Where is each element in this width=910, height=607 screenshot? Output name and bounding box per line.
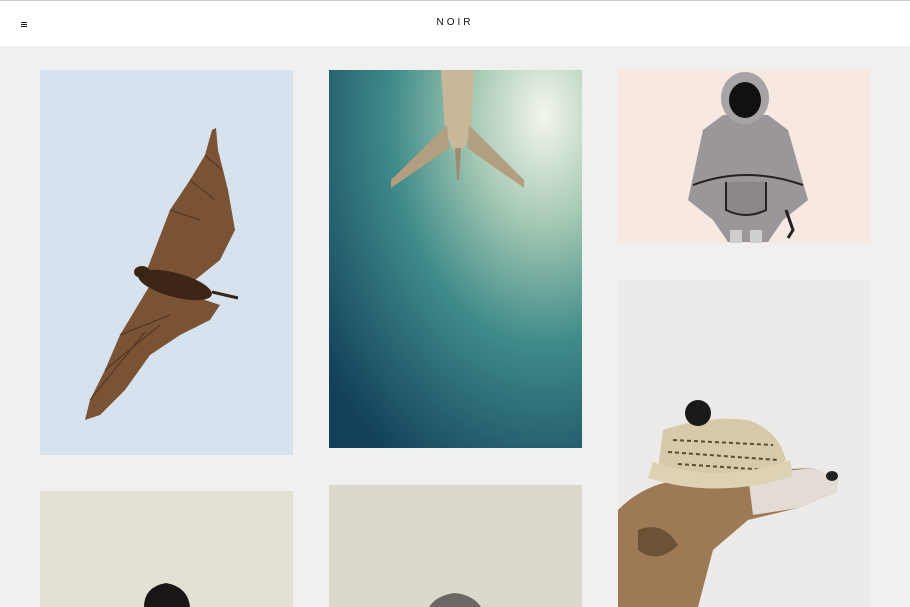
photo-tile-figure-portrait[interactable]	[329, 485, 582, 607]
figure-portrait-photo	[329, 485, 582, 607]
airplane-photo	[329, 70, 582, 448]
site-header: NOIR	[0, 0, 910, 46]
photo-tile-hooded-figure[interactable]	[618, 70, 870, 243]
woman-portrait-photo	[40, 491, 293, 607]
photo-tile-dog-with-hat[interactable]	[618, 280, 870, 607]
dog-with-hat-photo	[618, 280, 870, 607]
photo-tile-woman-portrait[interactable]	[40, 491, 293, 607]
site-logo[interactable]: NOIR	[0, 17, 910, 28]
bat-photo	[40, 70, 293, 455]
hooded-figure-photo	[618, 70, 870, 243]
photo-tile-airplane[interactable]	[329, 70, 582, 448]
photo-tile-bat[interactable]	[40, 70, 293, 455]
